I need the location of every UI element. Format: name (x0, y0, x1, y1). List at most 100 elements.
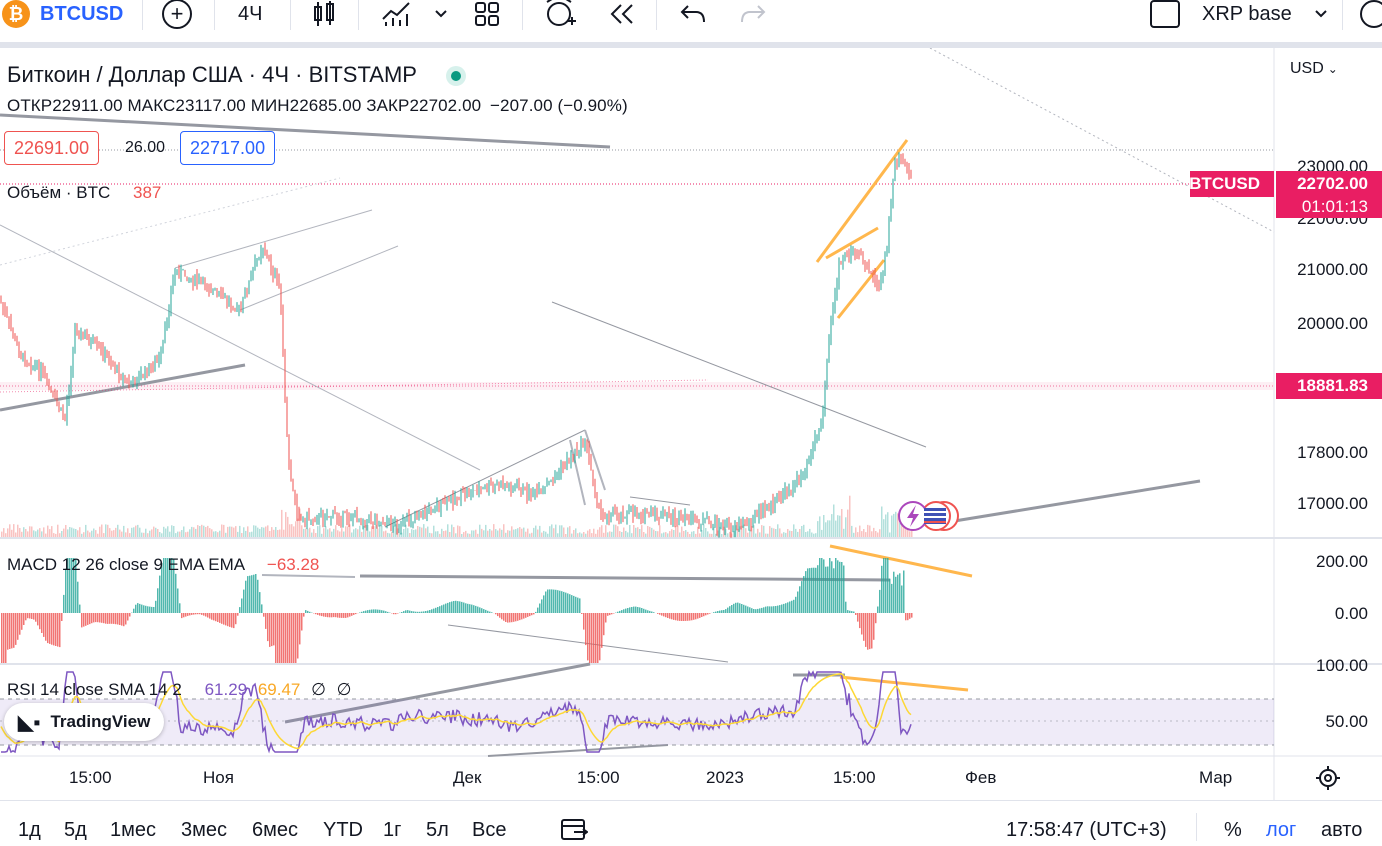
top-toolbar: ₿ BTCUSD + 4Ч XRP base (0, 0, 1382, 42)
compare-add-button[interactable]: + (162, 0, 192, 28)
open-label: ОТКР (7, 96, 52, 115)
compare-checkbox[interactable] (1150, 0, 1180, 28)
redo-icon (740, 4, 766, 24)
price-tick-5: 17800.00 (1297, 443, 1368, 463)
close-value: 22702.00 (409, 96, 481, 115)
grid-icon (474, 1, 500, 27)
calendar-icon (560, 817, 588, 841)
ohlc-legend: ОТКР22911.00 МАКС23117.00 МИН22685.00 ЗА… (7, 96, 628, 116)
candles-style-button[interactable] (312, 0, 336, 28)
rsi-sma-value: 69.47 (258, 680, 301, 699)
events-badges[interactable] (899, 502, 958, 530)
low-label: МИН (251, 96, 290, 115)
change-value: −207.00 (−0.90%) (490, 96, 628, 115)
chevron-down-icon: ⌄ (1328, 62, 1338, 76)
redo-button[interactable] (740, 0, 766, 28)
search-icon (1360, 0, 1382, 28)
last-price-tag: 22702.00 (1276, 171, 1382, 197)
macd-label: MACD 12 26 close 9 EMA EMA (7, 555, 244, 574)
range-6m[interactable]: 6мес (252, 819, 298, 842)
rsi-legend[interactable]: RSI 14 close SMA 14 2 61.29 69.47 ∅ ∅ (7, 680, 351, 700)
price-tick-4: 20000.00 (1297, 314, 1368, 334)
chart-title: Биткоин / Доллар США · 4Ч · BITSTAMP (7, 62, 461, 88)
indicators-icon (382, 1, 412, 27)
spread-value: 26.00 (125, 139, 165, 157)
plus-circle-icon: + (162, 0, 192, 29)
alert-button[interactable] (544, 0, 576, 28)
rsi-tick-2: 50.00 (1325, 712, 1368, 732)
replay-button[interactable] (608, 0, 636, 28)
bottom-toolbar: 1д 5д 1мес 3мес 6мес YTD 1г 5л Все 17:58… (0, 800, 1382, 845)
rsi-label: RSI 14 close SMA 14 2 (7, 680, 182, 699)
symbol-search[interactable]: ₿ BTCUSD (2, 0, 123, 28)
time-tick-7: Фев (965, 768, 996, 788)
compare-symbol-label: XRP base (1202, 3, 1292, 26)
undo-icon (680, 4, 706, 24)
alarm-clock-icon (544, 0, 576, 29)
search-button[interactable] (1360, 0, 1382, 28)
time-tick-3: Дек (453, 768, 481, 788)
range-1m[interactable]: 1мес (110, 819, 156, 842)
high-value: 23117.00 (175, 96, 245, 115)
clock-timezone[interactable]: 17:58:47 (UTC+3) (1006, 819, 1167, 842)
high-label: МАКС (128, 96, 176, 115)
range-1y[interactable]: 1г (383, 819, 401, 842)
time-tick-4: 15:00 (577, 768, 620, 788)
symbol-description: Биткоин / Доллар США · 4Ч · BITSTAMP (7, 62, 417, 87)
price-candles (1, 152, 911, 538)
time-tick-5: 2023 (706, 768, 744, 788)
chevron-down-icon (1314, 9, 1328, 19)
indicators-button[interactable] (382, 0, 412, 28)
time-tick-8: Мар (1199, 768, 1232, 788)
range-ytd[interactable]: YTD (323, 819, 363, 842)
percent-toggle[interactable]: % (1224, 819, 1242, 842)
bar-countdown: 01:01:13 (1276, 196, 1382, 218)
low-value: 22685.00 (290, 96, 362, 115)
volume-label: Объём · BTC (7, 183, 110, 202)
macd-tick-1: 200.00 (1316, 552, 1368, 572)
date-range-button[interactable] (560, 817, 588, 846)
level-price-tag: 18881.83 (1276, 373, 1382, 399)
candles-icon (312, 1, 336, 27)
range-5d[interactable]: 5д (64, 819, 87, 842)
volume-legend[interactable]: Объём · BTC 387 (7, 183, 161, 203)
price-tick-6: 17000.00 (1297, 494, 1368, 514)
macd-tick-2: 0.00 (1335, 604, 1368, 624)
gear-icon[interactable] (1316, 766, 1340, 790)
rsi-value: 61.29 (205, 680, 248, 699)
rsi-na-1: ∅ (311, 680, 326, 699)
range-5y[interactable]: 5л (426, 819, 449, 842)
range-1d[interactable]: 1д (18, 819, 41, 842)
macd-legend[interactable]: MACD 12 26 close 9 EMA EMA −63.28 (7, 555, 319, 575)
price-tick-3: 21000.00 (1297, 260, 1368, 280)
symbol-name: BTCUSD (40, 3, 123, 26)
symbol-price-tag: BTCUSD (1190, 171, 1274, 197)
rewind-icon (608, 3, 636, 25)
range-all[interactable]: Все (472, 819, 506, 842)
time-tick-2: Ноя (203, 768, 234, 788)
sell-button[interactable]: 22691.00 (4, 131, 99, 165)
interval-button[interactable]: 4Ч (238, 0, 262, 28)
log-toggle[interactable]: лог (1266, 819, 1296, 842)
open-value: 22911.00 (52, 96, 122, 115)
currency-select[interactable]: USD ⌄ (1290, 60, 1338, 78)
macd-value: −63.28 (267, 555, 319, 574)
chevron-down-icon[interactable] (434, 0, 448, 28)
undo-button[interactable] (680, 0, 706, 28)
tradingview-icon: ◣▪ (18, 710, 40, 735)
time-tick-1: 15:00 (69, 768, 112, 788)
time-tick-6: 15:00 (833, 768, 876, 788)
rsi-na-2: ∅ (337, 680, 352, 699)
compare-symbol-select[interactable]: XRP base (1202, 0, 1328, 28)
market-open-dot (451, 71, 461, 81)
close-label: ЗАКР (366, 96, 409, 115)
brand-name: TradingView (50, 712, 150, 732)
auto-toggle[interactable]: авто (1321, 819, 1362, 842)
checkbox-icon (1150, 0, 1180, 28)
buy-button[interactable]: 22717.00 (180, 131, 275, 165)
range-3m[interactable]: 3мес (181, 819, 227, 842)
currency-label: USD (1290, 60, 1324, 77)
tradingview-logo[interactable]: ◣▪ TradingView (4, 703, 164, 741)
rsi-tick-1: 100.00 (1316, 656, 1368, 676)
layout-button[interactable] (474, 0, 500, 28)
